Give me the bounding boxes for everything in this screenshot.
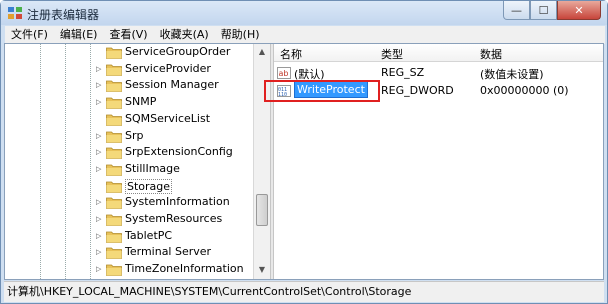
close-icon: ✕ <box>574 3 584 17</box>
expand-arrow-icon[interactable]: ▷ <box>96 232 103 240</box>
expand-arrow-icon[interactable]: ▷ <box>96 198 103 206</box>
expand-arrow-icon[interactable]: ▷ <box>96 98 103 106</box>
tree-item-label: ServiceGroupOrder <box>125 45 231 58</box>
folder-icon <box>106 47 122 59</box>
menu-edit[interactable]: 编辑(E) <box>54 26 104 44</box>
expand-arrow-icon[interactable]: ▷ <box>96 148 103 156</box>
scroll-thumb[interactable] <box>256 194 268 226</box>
tree-item-label: SystemInformation <box>125 195 230 209</box>
folder-icon <box>106 247 122 260</box>
menu-view[interactable]: 查看(V) <box>103 26 153 44</box>
expand-arrow-icon[interactable]: ▷ <box>96 165 103 173</box>
tree-item[interactable]: ▷ SystemInformation <box>5 194 255 211</box>
string-value-icon: ab <box>277 67 291 79</box>
expand-arrow-icon[interactable]: ▷ <box>96 215 103 223</box>
scroll-down-icon[interactable]: ▼ <box>254 262 270 278</box>
value-data: 0x00000000 (0) <box>480 84 569 97</box>
folder-icon <box>106 214 122 226</box>
tree-item-label: SrpExtensionConfig <box>125 145 233 159</box>
column-header-type[interactable]: 类型 <box>381 46 403 62</box>
menu-help[interactable]: 帮助(H) <box>215 26 266 44</box>
values-list: 名称 类型 数据 ab (默认) REG_SZ (数值未设置) 011 110 … <box>264 44 603 279</box>
tree-item[interactable]: ▷ StillImage <box>5 161 255 178</box>
editor-content: ServiceGroupOrder ▷ ServiceProvider ▷ Sessio… <box>4 43 604 280</box>
value-type: REG_DWORD <box>381 84 454 97</box>
maximize-button[interactable]: ☐ <box>530 1 557 20</box>
tree-item-label: SQMServiceList <box>125 111 211 125</box>
tree-item[interactable]: ▷ TabletPC <box>5 228 255 245</box>
tree-item[interactable]: ▷ TimeZoneInformation <box>5 261 255 278</box>
tree-item-label: Srp <box>125 128 144 142</box>
registry-tree[interactable]: ServiceGroupOrder ▷ ServiceProvider ▷ Sessio… <box>5 44 270 279</box>
expand-arrow-icon[interactable]: ▷ <box>96 132 103 140</box>
folder-icon <box>106 147 122 160</box>
svg-text:ab: ab <box>279 69 289 78</box>
tree-item[interactable]: ▷ Srp <box>5 128 255 145</box>
minimize-icon: — <box>511 3 522 17</box>
tree-item-label: TimeZoneInformation <box>125 262 244 276</box>
menu-bar: 文件(F) 编辑(E) 查看(V) 收藏夹(A) 帮助(H) <box>5 26 605 44</box>
folder-icon <box>106 197 122 210</box>
status-path: 计算机\HKEY_LOCAL_MACHINE\SYSTEM\CurrentCon… <box>7 285 412 298</box>
maximize-icon: ☐ <box>538 3 549 17</box>
menu-file[interactable]: 文件(F) <box>5 26 54 44</box>
value-data: (数值未设置) <box>480 68 544 81</box>
expand-arrow-icon[interactable]: ▷ <box>96 248 103 256</box>
status-bar: 计算机\HKEY_LOCAL_MACHINE\SYSTEM\CurrentCon… <box>4 281 604 302</box>
folder-icon <box>106 181 122 193</box>
caption-buttons: — ☐ ✕ <box>503 1 601 21</box>
folder-icon <box>106 64 122 76</box>
folder-icon <box>106 264 122 276</box>
minimize-button[interactable]: — <box>503 1 530 20</box>
tree-item-label: TabletPC <box>125 228 173 242</box>
value-type: REG_SZ <box>381 66 425 79</box>
tree-item[interactable]: ▷ Terminal Server <box>5 244 255 261</box>
folder-icon <box>106 97 122 109</box>
tree-item-label: ServiceProvider <box>125 61 211 75</box>
tree-item[interactable]: ServiceGroupOrder <box>5 44 255 61</box>
folder-icon <box>106 131 122 143</box>
tree-item[interactable]: ▷ ServiceProvider <box>5 61 255 78</box>
tree-item-label: SNMP <box>125 95 157 109</box>
expand-arrow-icon[interactable]: ▷ <box>96 65 103 73</box>
tree-item-label: Session Manager <box>125 78 219 92</box>
tree-item-label: StillImage <box>125 161 180 175</box>
column-header-data[interactable]: 数据 <box>480 46 502 62</box>
tree-item[interactable]: ▷ SNMP <box>5 94 255 111</box>
folder-icon <box>106 80 122 93</box>
tree-item-label: Storage <box>125 178 173 194</box>
menu-favorites[interactable]: 收藏夹(A) <box>154 26 215 44</box>
tree-item[interactable]: ▷ SrpExtensionConfig <box>5 144 255 161</box>
value-row-writeprotect[interactable]: 011 110 WriteProtect REG_DWORD 0x0000000… <box>264 80 603 102</box>
tree-item[interactable]: ▷ Session Manager <box>5 77 255 94</box>
folder-icon <box>106 114 122 126</box>
column-header-name[interactable]: 名称 <box>280 46 302 62</box>
tree-item-label: SystemResources <box>125 212 223 225</box>
regedit-app-icon <box>8 7 22 19</box>
close-button[interactable]: ✕ <box>557 1 601 20</box>
red-highlight-box <box>264 80 380 102</box>
folder-icon <box>106 164 122 176</box>
scroll-up-icon[interactable]: ▲ <box>254 44 270 60</box>
tree-item-label: Terminal Server <box>125 245 212 259</box>
list-header: 名称 类型 数据 <box>274 44 603 62</box>
expand-arrow-icon[interactable]: ▷ <box>96 81 103 89</box>
tree-item[interactable]: SQMServiceList <box>5 111 255 128</box>
tree-item[interactable]: ▷ SystemResources <box>5 211 255 228</box>
window-title: 注册表编辑器 <box>27 8 100 22</box>
tree-item[interactable]: Storage <box>5 178 255 195</box>
title-bar[interactable]: 注册表编辑器 — ☐ ✕ <box>1 1 607 25</box>
folder-icon <box>106 231 122 243</box>
expand-arrow-icon[interactable]: ▷ <box>96 265 103 273</box>
